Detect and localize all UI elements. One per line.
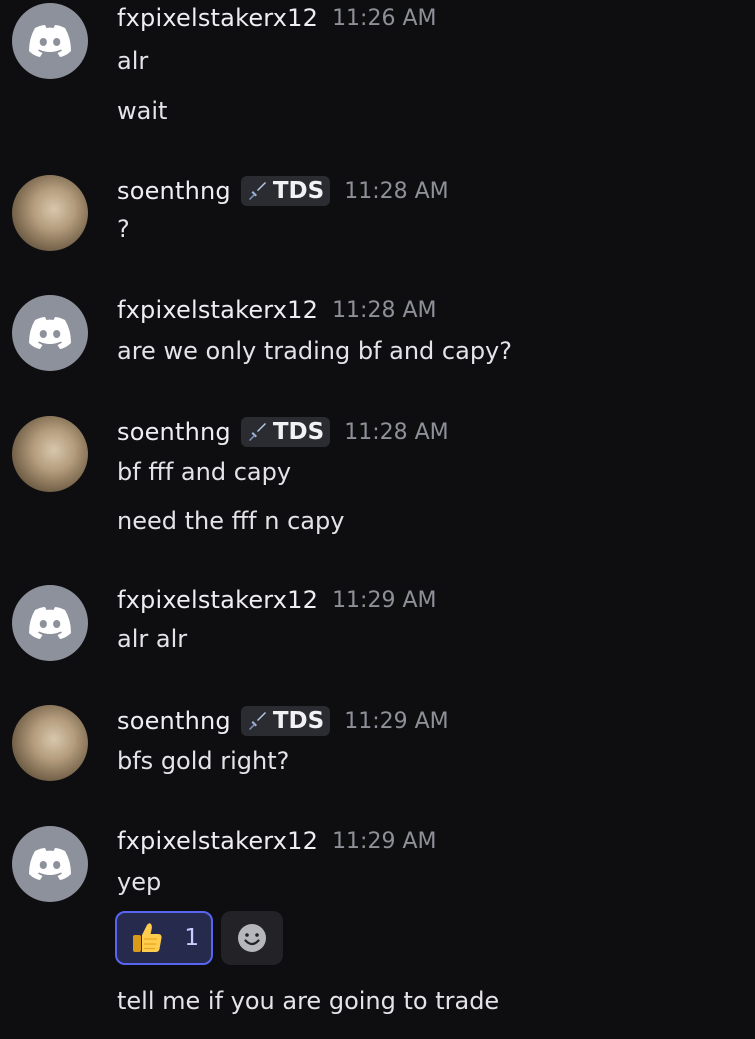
sword-icon (248, 423, 266, 441)
timestamp: 11:29 AM (332, 828, 437, 854)
guild-tag-label: TDS (272, 419, 325, 445)
message-text: bf fff and capy (117, 458, 292, 486)
guild-tag[interactable]: TDS (240, 706, 331, 736)
reaction-count: 1 (184, 925, 199, 951)
timestamp: 11:28 AM (344, 178, 449, 204)
timestamp: 11:26 AM (332, 5, 437, 31)
add-reaction-button[interactable] (221, 911, 283, 965)
guild-tag-label: TDS (272, 708, 325, 734)
avatar[interactable] (12, 416, 88, 492)
timestamp: 11:28 AM (332, 297, 437, 323)
smiley-icon (238, 924, 266, 952)
discord-logo-icon (29, 317, 71, 349)
message-text: wait (117, 97, 168, 125)
discord-logo-icon (29, 848, 71, 880)
username[interactable]: fxpixelstakerx12 (117, 4, 318, 32)
username[interactable]: soenthng (117, 177, 231, 205)
sword-icon (248, 712, 266, 730)
thumbs-up-icon (133, 923, 162, 952)
avatar[interactable] (12, 826, 88, 902)
reaction-thumbs-up[interactable]: 1 (115, 911, 213, 965)
message-text: alr alr (117, 625, 188, 653)
message-text: need the fff n capy (117, 507, 345, 535)
timestamp: 11:28 AM (344, 419, 449, 445)
guild-tag[interactable]: TDS (240, 417, 331, 447)
timestamp: 11:29 AM (344, 708, 449, 734)
username[interactable]: soenthng (117, 418, 231, 446)
avatar[interactable] (12, 585, 88, 661)
username[interactable]: fxpixelstakerx12 (117, 586, 318, 614)
reactions-bar: 1 (115, 911, 283, 965)
guild-tag-label: TDS (272, 178, 325, 204)
message-text: bfs gold right? (117, 747, 290, 775)
avatar[interactable] (12, 3, 88, 79)
message-text: are we only trading bf and capy? (117, 337, 512, 365)
discord-logo-icon (29, 25, 71, 57)
timestamp: 11:29 AM (332, 587, 437, 613)
avatar[interactable] (12, 705, 88, 781)
username[interactable]: fxpixelstakerx12 (117, 296, 318, 324)
avatar[interactable] (12, 175, 88, 251)
message-text: tell me if you are going to trade (117, 987, 500, 1015)
message-text: ? (117, 215, 130, 243)
guild-tag[interactable]: TDS (240, 176, 331, 206)
message-text: yep (117, 868, 162, 896)
message-text: alr (117, 47, 149, 75)
sword-icon (248, 182, 266, 200)
username[interactable]: fxpixelstakerx12 (117, 827, 318, 855)
discord-logo-icon (29, 607, 71, 639)
username[interactable]: soenthng (117, 707, 231, 735)
avatar[interactable] (12, 295, 88, 371)
